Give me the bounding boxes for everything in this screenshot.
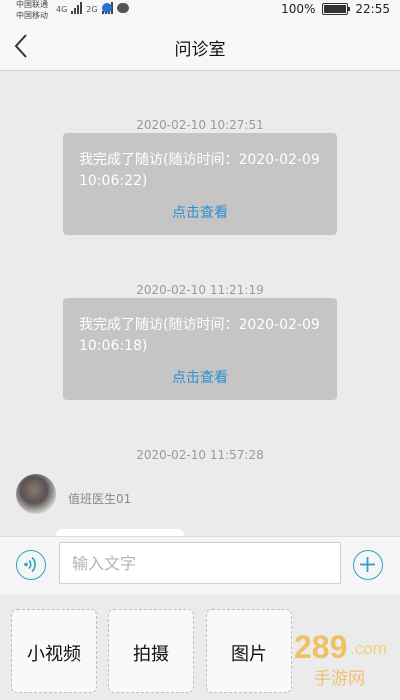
header-bar: 问诊室 [0, 22, 400, 71]
page-title: 问诊室 [174, 40, 226, 60]
picture-tile[interactable]: 图片 [206, 609, 292, 693]
doctor-name: 值班医生01 [68, 492, 132, 506]
carrier-2-label: 中国移动 [16, 11, 48, 20]
followup-card[interactable]: 我完成了随访(随访时间：2020-02-09 10:06:22) 点击查看 [63, 133, 337, 235]
followup-card-text: 我完成了随访(随访时间：2020-02-09 10:06:22) [79, 152, 320, 189]
network-1-label: 4G [56, 5, 68, 14]
network-2-label: 2G [86, 5, 98, 14]
battery-icon [322, 3, 351, 15]
chat-notification-icon [117, 3, 129, 13]
message-timestamp: 2020-02-10 11:21:19 [136, 283, 264, 297]
status-right: 100% 22:55 [281, 2, 390, 16]
carrier-labels: 中国联通 中国移动 [16, 0, 48, 21]
chat-area[interactable]: 2020-02-10 10:27:51 我完成了随访(随访时间：2020-02-… [0, 71, 400, 536]
input-bar [0, 536, 400, 595]
doctor-avatar[interactable] [16, 474, 56, 514]
message-timestamp: 2020-02-10 11:57:28 [136, 448, 264, 462]
view-details-link[interactable]: 点击查看 [63, 202, 337, 222]
battery-fill [324, 5, 347, 13]
status-bar: 中国联通 中国移动 4G 2G 100% 22:55 [0, 0, 400, 22]
picture-label: 图片 [231, 644, 267, 665]
short-video-label: 小视频 [27, 644, 81, 665]
add-attachment-button[interactable] [353, 550, 383, 580]
battery-percent: 100% [281, 2, 316, 16]
app-notification-icon [102, 3, 112, 13]
camera-tile[interactable]: 拍摄 [108, 609, 194, 693]
attachment-panel: 小视频 拍摄 图片 [0, 595, 400, 700]
notification-icons [102, 3, 129, 13]
plus-circle-icon [360, 557, 375, 572]
view-details-link[interactable]: 点击查看 [63, 367, 337, 387]
clock: 22:55 [355, 2, 390, 16]
carrier-1-label: 中国联通 [16, 0, 48, 9]
signal-icon [71, 2, 83, 14]
short-video-tile[interactable]: 小视频 [11, 609, 97, 693]
followup-card[interactable]: 我完成了随访(随访时间：2020-02-09 10:06:18) 点击查看 [63, 298, 337, 400]
message-timestamp: 2020-02-10 10:27:51 [136, 118, 264, 132]
message-input[interactable] [59, 542, 341, 584]
message-bubble-partial [56, 529, 184, 536]
followup-card-text: 我完成了随访(随访时间：2020-02-09 10:06:18) [79, 317, 320, 354]
camera-label: 拍摄 [133, 644, 169, 665]
voice-button[interactable] [16, 550, 46, 580]
voice-wave-icon [24, 556, 36, 573]
